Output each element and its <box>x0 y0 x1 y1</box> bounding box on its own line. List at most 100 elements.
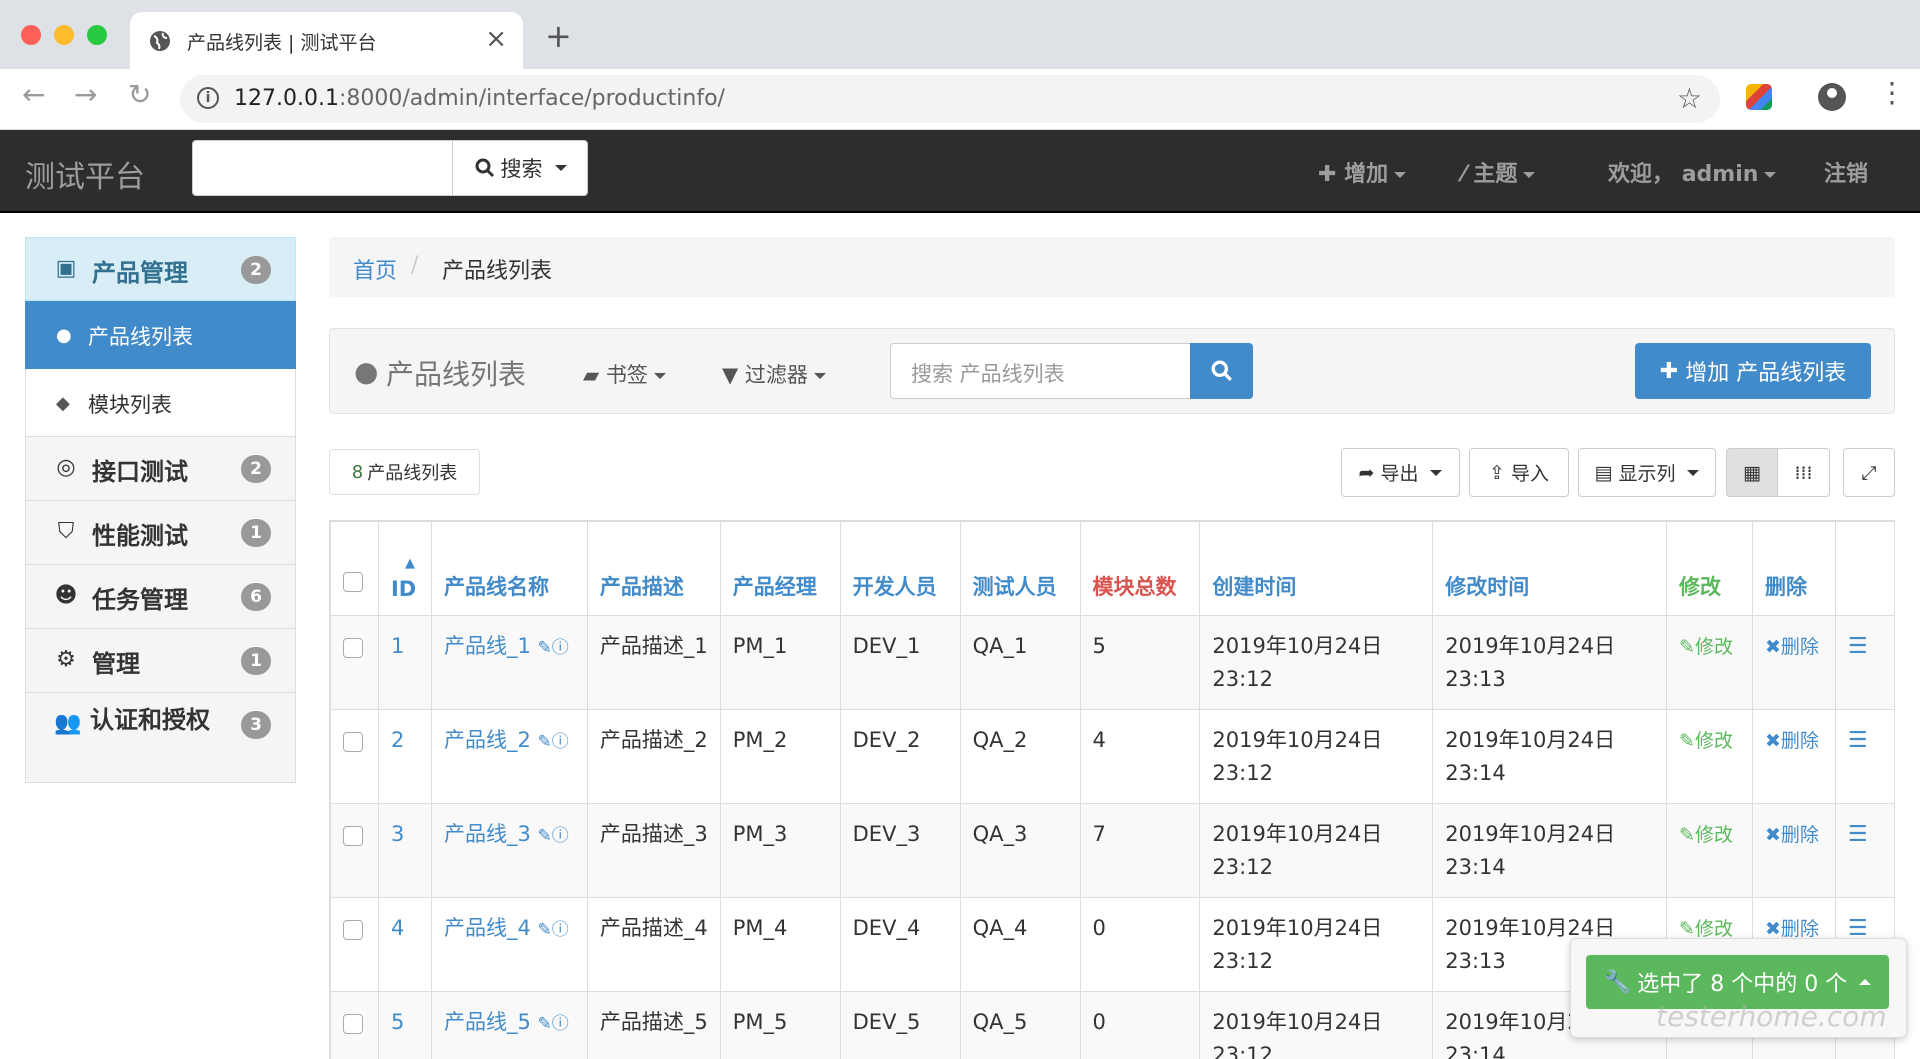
info-icon[interactable]: ⓘ <box>552 638 569 658</box>
bookmarks-dropdown[interactable]: ▰ 书签 <box>583 359 666 389</box>
info-icon[interactable]: i <box>197 87 219 109</box>
th-icon: ⁞⁞⁞ <box>1794 461 1813 484</box>
column-header-modified[interactable]: 修改时间 <box>1432 521 1668 616</box>
new-tab-icon[interactable]: + <box>545 20 572 52</box>
browser-tab[interactable]: 产品线列表 | 测试平台 × <box>130 12 523 69</box>
add-productline-button[interactable]: ✚ 增加 产品线列表 <box>1635 343 1871 399</box>
row-select-cell <box>330 803 379 898</box>
detail-list-icon[interactable]: ☰ <box>1848 822 1868 847</box>
delete-link[interactable]: ✖删除 <box>1765 730 1819 752</box>
bookmark-star-icon[interactable]: ☆ <box>1677 82 1702 115</box>
maximize-window-button[interactable] <box>87 25 107 45</box>
cell-name[interactable]: 产品线_1 ✎ⓘ <box>430 615 588 710</box>
delete-link[interactable]: ✖删除 <box>1765 918 1819 940</box>
list-search-button[interactable] <box>1190 343 1253 399</box>
cell-name[interactable]: 产品线_4 ✎ⓘ <box>430 897 588 992</box>
fullscreen-button[interactable]: ⤢ <box>1843 448 1895 497</box>
sidebar-group-interface[interactable]: ◎ 接口测试 2 <box>25 437 296 501</box>
info-icon[interactable]: ⓘ <box>552 826 569 846</box>
edit-link[interactable]: ✎修改 <box>1679 918 1733 940</box>
minimize-window-button[interactable] <box>54 25 74 45</box>
column-header-desc[interactable]: 产品描述 <box>586 521 721 616</box>
row-checkbox[interactable] <box>343 920 363 940</box>
add-menu[interactable]: ✚ 增加 <box>1318 156 1407 188</box>
cell-name[interactable]: 产品线_5 ✎ⓘ <box>430 991 588 1059</box>
count-badge: 3 <box>241 711 271 739</box>
logout-link[interactable]: 注销 <box>1824 156 1868 188</box>
row-checkbox[interactable] <box>343 638 363 658</box>
row-checkbox[interactable] <box>343 732 363 752</box>
cell-id[interactable]: 3 <box>377 803 432 898</box>
back-icon[interactable]: ← <box>22 81 45 109</box>
cell-id[interactable]: 5 <box>377 991 432 1059</box>
brand-title[interactable]: 测试平台 <box>25 152 145 196</box>
edit-inline-icon[interactable]: ✎ <box>538 1014 552 1034</box>
cell-name[interactable]: 产品线_3 ✎ⓘ <box>430 803 588 898</box>
list-alt-icon: ▤ <box>1594 461 1613 484</box>
detail-list-icon[interactable]: ☰ <box>1848 634 1868 659</box>
columns-button[interactable]: ▤ 显示列 <box>1578 448 1716 497</box>
column-header-qa[interactable]: 测试人员 <box>959 521 1081 616</box>
close-tab-icon[interactable]: × <box>485 24 507 54</box>
profile-icon[interactable] <box>1818 83 1846 111</box>
list-search-input[interactable]: 搜索 产品线列表 <box>890 343 1191 399</box>
edit-link[interactable]: ✎修改 <box>1679 824 1733 846</box>
cell-created: 2019年10月24日 23:12 <box>1199 615 1434 710</box>
reload-icon[interactable]: ↻ <box>128 81 151 109</box>
url-field[interactable]: i 127.0.0.1:8000/admin/interface/product… <box>180 75 1720 123</box>
url-text[interactable]: 127.0.0.1:8000/admin/interface/productin… <box>234 86 725 111</box>
edit-link[interactable]: ✎修改 <box>1679 636 1733 658</box>
edit-inline-icon[interactable]: ✎ <box>538 826 552 846</box>
column-header-dev[interactable]: 开发人员 <box>839 521 961 616</box>
cell-edit: ✎修改 <box>1666 709 1753 804</box>
cell-id[interactable]: 1 <box>377 615 432 710</box>
grid-view-button[interactable]: ▦ <box>1726 448 1778 497</box>
info-icon[interactable]: ⓘ <box>552 732 569 752</box>
theme-menu[interactable]: ⁄ 主题 <box>1462 156 1536 188</box>
compact-view-button[interactable]: ⁞⁞⁞ <box>1777 448 1830 497</box>
sidebar-item-module[interactable]: ◆ 模块列表 <box>25 369 296 437</box>
column-header-pm[interactable]: 产品经理 <box>719 521 841 616</box>
row-select-cell <box>330 897 379 992</box>
row-select-cell <box>330 991 379 1059</box>
global-search-input[interactable] <box>193 141 452 195</box>
column-header-id[interactable]: ▲ ID <box>377 521 432 616</box>
edit-link[interactable]: ✎修改 <box>1679 730 1733 752</box>
sidebar-group-performance[interactable]: ⛉ 性能测试 1 <box>25 501 296 565</box>
close-window-button[interactable] <box>21 25 41 45</box>
edit-inline-icon[interactable]: ✎ <box>538 638 552 658</box>
sidebar-group-product[interactable]: ▣ 产品管理 2 <box>25 237 296 301</box>
sidebar-group-admin[interactable]: ⚙ 管理 1 <box>25 629 296 693</box>
edit-inline-icon[interactable]: ✎ <box>538 732 552 752</box>
edit-inline-icon[interactable]: ✎ <box>538 920 552 940</box>
sidebar-item-productline[interactable]: ● 产品线列表 <box>25 301 296 369</box>
cell-id[interactable]: 2 <box>377 709 432 804</box>
delete-link[interactable]: ✖删除 <box>1765 824 1819 846</box>
filters-dropdown[interactable]: ▼ 过滤器 <box>722 359 826 389</box>
cell-name[interactable]: 产品线_2 ✎ⓘ <box>430 709 588 804</box>
user-menu[interactable]: 欢迎， admin <box>1608 156 1777 188</box>
import-button[interactable]: ⇪ 导入 <box>1469 448 1569 497</box>
global-search-button[interactable]: 搜索 <box>452 141 588 195</box>
browser-menu-icon[interactable]: ⋮ <box>1878 79 1906 107</box>
breadcrumb-home[interactable]: 首页 <box>353 253 397 285</box>
row-checkbox[interactable] <box>343 1014 363 1034</box>
extension-icon[interactable] <box>1746 84 1772 110</box>
info-icon[interactable]: ⓘ <box>552 920 569 940</box>
remove-icon: ✖ <box>1764 824 1781 846</box>
gear-icon: ⚙ <box>56 647 76 672</box>
detail-list-icon[interactable]: ☰ <box>1848 728 1868 753</box>
column-header-modules[interactable]: 模块总数 <box>1079 521 1201 616</box>
export-button[interactable]: ➦ 导出 <box>1341 448 1460 497</box>
column-header-created[interactable]: 创建时间 <box>1199 521 1434 616</box>
select-all-checkbox[interactable] <box>343 572 363 592</box>
sidebar-group-tasks[interactable]: ☻ 任务管理 6 <box>25 565 296 629</box>
cell-id[interactable]: 4 <box>377 897 432 992</box>
sidebar-group-auth[interactable]: 👥 认证和授权 3 <box>25 693 296 783</box>
delete-link[interactable]: ✖删除 <box>1765 636 1819 658</box>
row-checkbox[interactable] <box>343 826 363 846</box>
info-icon[interactable]: ⓘ <box>552 1014 569 1034</box>
column-header-name[interactable]: 产品线名称 <box>430 521 588 616</box>
forward-icon[interactable]: → <box>74 81 97 109</box>
cell-created: 2019年10月24日 23:12 <box>1199 709 1434 804</box>
